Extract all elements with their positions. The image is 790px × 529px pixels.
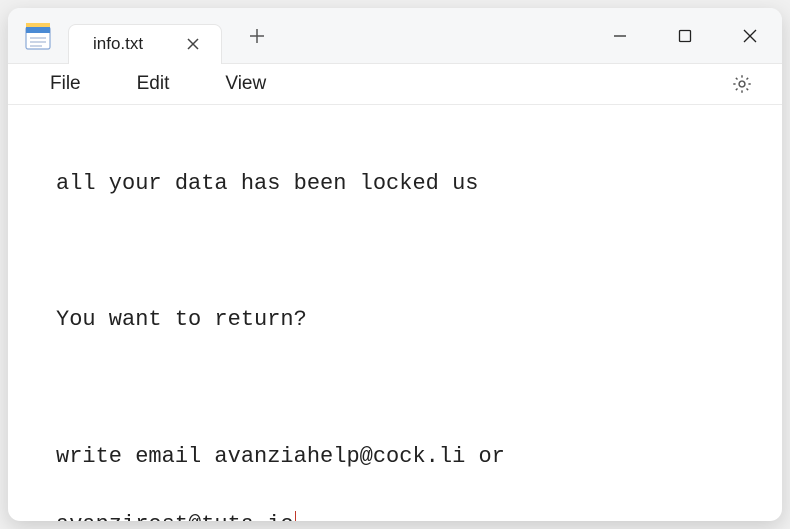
close-window-button[interactable] [717,8,782,64]
tab-title: info.txt [93,34,143,54]
notepad-window: info.txt File Edit View [8,8,782,521]
text-line-last: avanzirest@tuta.io [56,508,734,521]
gear-icon [731,73,753,95]
add-tab-button[interactable] [232,8,282,64]
window-controls [587,8,782,64]
menu-view[interactable]: View [197,65,294,103]
text-line: all your data has been locked us [56,167,734,201]
notepad-icon [24,21,52,51]
text-caret [295,511,296,521]
text-blank [56,235,734,269]
text-editor-content[interactable]: all your data has been locked us You wan… [8,105,782,521]
maximize-button[interactable] [652,8,717,64]
close-tab-icon[interactable] [183,34,203,54]
text-line: avanzirest@tuta.io [56,512,294,521]
menu-edit[interactable]: Edit [109,65,198,103]
titlebar: info.txt [8,8,782,64]
tab-active[interactable]: info.txt [68,24,222,64]
text-blank [56,372,734,406]
menubar: File Edit View [8,64,782,105]
menu-file[interactable]: File [28,65,109,103]
text-line: write email avanziahelp@cock.li or [56,440,734,474]
minimize-button[interactable] [587,8,652,64]
text-line: You want to return? [56,303,734,337]
settings-button[interactable] [722,64,762,104]
app-icon-wrap [8,21,68,51]
